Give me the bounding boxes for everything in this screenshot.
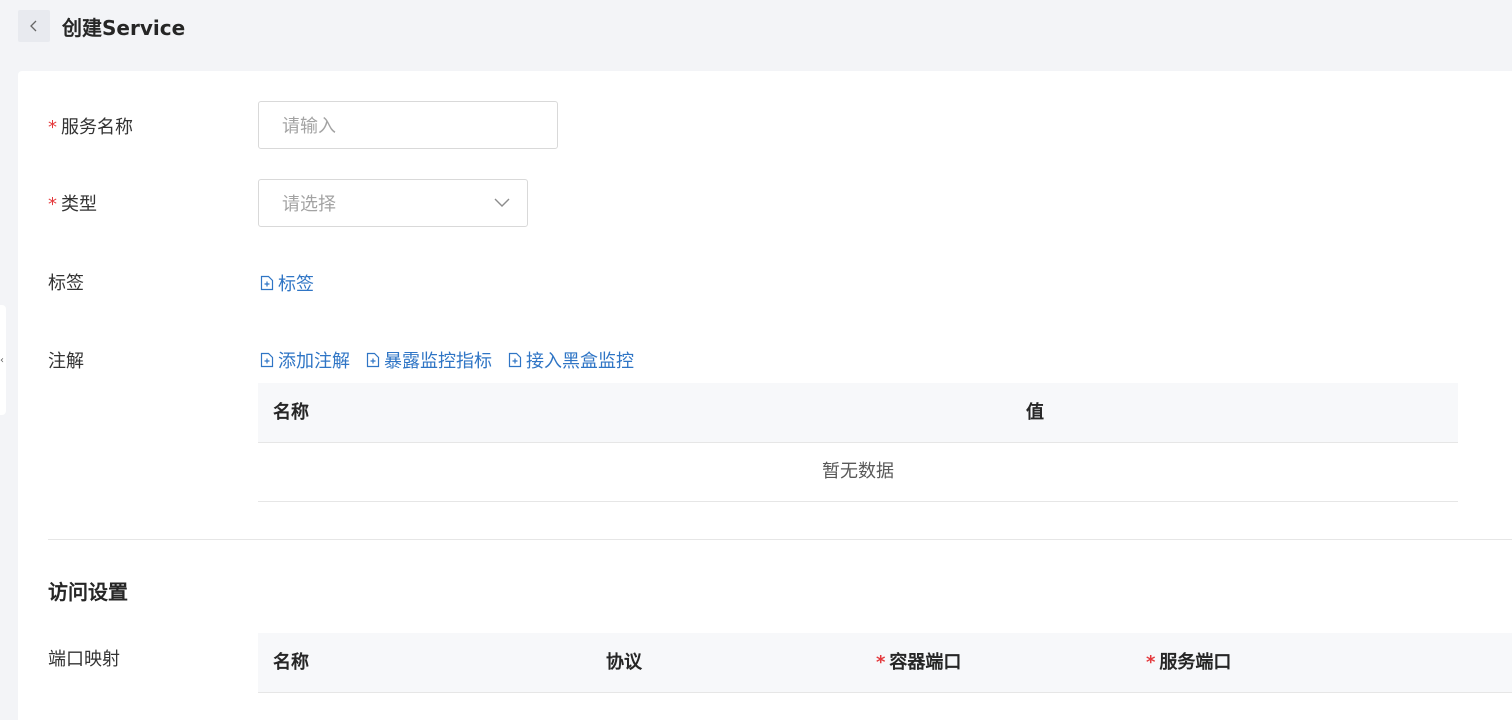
service-name-label: * 服务名称	[48, 117, 133, 138]
file-add-icon	[366, 352, 380, 368]
service-name-input[interactable]: 请输入	[258, 101, 558, 149]
column-header-name: 名称	[273, 652, 309, 673]
chevron-left-icon: ‹	[0, 355, 4, 366]
back-button[interactable]	[18, 10, 50, 42]
table-header: 名称 值	[258, 383, 1458, 443]
access-settings-title: 访问设置	[48, 580, 128, 604]
column-header-name: 名称	[273, 402, 309, 423]
page-title: 创建Service	[62, 15, 186, 40]
file-add-icon	[260, 275, 274, 291]
file-add-icon	[508, 352, 522, 368]
annotations-label: 注解	[48, 351, 84, 372]
type-placeholder: 请选择	[282, 194, 336, 215]
port-mapping-label: 端口映射	[48, 649, 120, 670]
type-label: * 类型	[48, 194, 97, 215]
labels-actions: 标签	[260, 270, 330, 296]
chevron-down-icon	[494, 198, 510, 207]
service-name-placeholder: 请输入	[282, 116, 336, 137]
chevron-left-icon	[30, 20, 37, 32]
column-header-service-port: * 服务端口	[1146, 652, 1232, 673]
page: 创建Service * 服务名称 请输入 * 类型 请选择 标签 标签 注解 添…	[0, 0, 1512, 720]
expose-metrics-link[interactable]: 暴露监控指标	[366, 347, 492, 373]
port-mapping-table: 名称 协议 * 容器端口 * 服务端口	[258, 633, 1512, 693]
add-annotation-link[interactable]: 添加注解	[260, 347, 350, 373]
section-divider	[48, 539, 1512, 540]
required-mark: *	[876, 652, 886, 673]
required-mark: *	[48, 117, 57, 138]
file-add-icon	[260, 352, 274, 368]
empty-state: 暂无数据	[258, 443, 1458, 502]
page-header: 创建Service	[18, 10, 185, 42]
side-drawer-handle[interactable]: ‹	[0, 305, 6, 415]
blackbox-monitor-link[interactable]: 接入黑盒监控	[508, 347, 634, 373]
type-select[interactable]: 请选择	[258, 179, 528, 227]
column-header-value: 值	[1026, 402, 1044, 423]
annotations-table: 名称 值 暂无数据	[258, 383, 1458, 502]
form-card: * 服务名称 请输入 * 类型 请选择 标签 标签 注解 添加注解 暴露监控指标…	[18, 71, 1512, 720]
labels-label: 标签	[48, 273, 84, 294]
annotations-actions: 添加注解 暴露监控指标 接入黑盒监控	[260, 347, 650, 373]
add-label-link[interactable]: 标签	[260, 270, 314, 296]
required-mark: *	[48, 194, 57, 215]
table-header: 名称 协议 * 容器端口 * 服务端口	[258, 633, 1512, 693]
required-mark: *	[1146, 652, 1156, 673]
column-header-container-port: * 容器端口	[876, 652, 962, 673]
column-header-protocol: 协议	[606, 652, 642, 673]
